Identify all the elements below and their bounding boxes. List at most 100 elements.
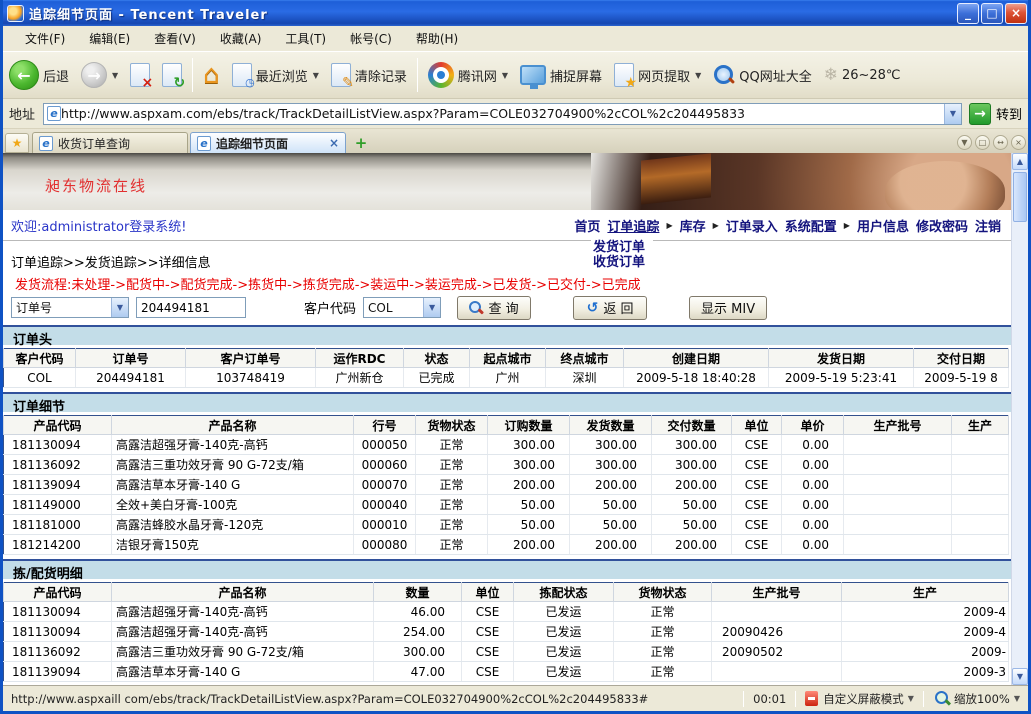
table-cell <box>844 495 952 515</box>
favorites-star-button[interactable]: ★ <box>5 133 29 153</box>
column-header: 产品名称 <box>112 583 374 602</box>
close-tab-icon[interactable]: × <box>329 136 339 150</box>
menu-item-favorites[interactable]: 收藏(A) <box>208 27 274 50</box>
forward-dropdown-icon[interactable]: ▼ <box>112 71 118 80</box>
table-cell: 深圳 <box>546 368 624 388</box>
qq-sites-button[interactable]: QQ网址大全 <box>707 64 817 86</box>
table-cell <box>952 535 1009 555</box>
table-row: 181136092高露洁三重功效牙膏 90 G-72支/箱300.00CSE已发… <box>4 642 1009 662</box>
table-cell: 高露洁超强牙膏-140克-高钙 <box>112 435 354 455</box>
forward-button[interactable]: → ▼ <box>75 62 124 88</box>
tencent-dropdown-icon[interactable]: ▼ <box>502 71 508 80</box>
tencent-button[interactable]: 腾讯网 ▼ <box>422 62 514 88</box>
menu-item-account[interactable]: 帐号(C) <box>338 27 404 50</box>
new-tab-button[interactable]: + <box>351 134 371 152</box>
tab-pin-button[interactable]: ↔ <box>993 135 1008 150</box>
zoom-dropdown-icon[interactable]: ▼ <box>1014 694 1020 703</box>
table-cell: 200.00 <box>652 475 732 495</box>
clear-history-button[interactable]: ✎ 清除记录 <box>325 63 413 87</box>
refresh-button[interactable]: ↻ <box>156 63 188 87</box>
tab-tracking-detail[interactable]: e 追踪细节页面 × <box>190 132 346 153</box>
capture-screen-button[interactable]: 捕捉屏幕 <box>514 65 608 85</box>
query-button[interactable]: 查 询 <box>457 296 531 320</box>
menu-item-edit[interactable]: 编辑(E) <box>77 27 142 50</box>
column-header: 单位 <box>462 583 514 602</box>
block-mode-dropdown-icon[interactable]: ▼ <box>908 694 914 703</box>
stop-button[interactable]: × <box>124 63 156 87</box>
go-button[interactable]: → <box>969 103 991 125</box>
show-miv-button[interactable]: 显示 MIV <box>689 296 767 320</box>
scroll-up-icon[interactable]: ▲ <box>1012 153 1028 170</box>
back-icon: ← <box>9 60 39 90</box>
table-row: 181181000高露洁蜂胶水晶牙膏-120克000010正常50.0050.0… <box>4 515 1009 535</box>
table-cell: 254.00 <box>374 622 462 642</box>
zoom-label[interactable]: 缩放100% <box>954 691 1010 707</box>
vertical-scrollbar[interactable]: ▲ ▼ <box>1011 153 1028 685</box>
minimize-button[interactable]: _ <box>957 3 979 24</box>
table-row: 181214200洁银牙膏150克000080正常200.00200.00200… <box>4 535 1009 555</box>
web-extract-button[interactable]: ★ 网页提取 ▼ <box>608 63 707 87</box>
menu-item-file[interactable]: 文件(F) <box>13 27 77 50</box>
menu-item-help[interactable]: 帮助(H) <box>404 27 470 50</box>
menu-item-tools[interactable]: 工具(T) <box>273 27 338 50</box>
menu-bar: 文件(F) 编辑(E) 查看(V) 收藏(A) 工具(T) 帐号(C) 帮助(H… <box>3 26 1028 52</box>
back-button[interactable]: ← 后退 <box>3 60 75 90</box>
table-row: 181139094高露洁草本牙膏-140 G000070正常200.00200.… <box>4 475 1009 495</box>
dropdown-arrow-icon[interactable]: ▼ <box>111 298 128 317</box>
table-cell: 300.00 <box>570 435 652 455</box>
dropdown-arrow-icon[interactable]: ▼ <box>423 298 440 317</box>
address-bar: 地址 e http://www.aspxam.com/ebs/track/Tra… <box>3 99 1028 129</box>
tab-close-button[interactable]: × <box>1011 135 1026 150</box>
menu-item-view[interactable]: 查看(V) <box>142 27 208 50</box>
return-icon: ↺ <box>587 301 599 315</box>
submenu-receiving-order[interactable]: 收货订单 <box>593 255 645 270</box>
nav-order-tracking[interactable]: 订单追踪 <box>607 216 659 235</box>
scrollbar-thumb[interactable] <box>1013 172 1027 222</box>
recent-dropdown-icon[interactable]: ▼ <box>313 71 319 80</box>
table-cell: 0.00 <box>782 475 844 495</box>
table-cell: 正常 <box>614 622 712 642</box>
table-cell: 2009-5-19 8 <box>914 368 1009 388</box>
table-cell: 高露洁草本牙膏-140 G <box>112 662 374 682</box>
order-header-table: 客户代码订单号客户订单号运作RDC状态起点城市终点城市创建日期发货日期交付日期 … <box>3 348 1009 388</box>
order-number-input[interactable] <box>136 297 246 318</box>
customer-code-select[interactable]: COL ▼ <box>363 297 441 318</box>
address-input[interactable]: e http://www.aspxam.com/ebs/track/TrackD… <box>43 103 962 125</box>
address-dropdown-icon[interactable]: ▼ <box>944 104 961 124</box>
maximize-button[interactable]: □ <box>981 3 1003 24</box>
nav-home[interactable]: 首页 <box>574 216 600 235</box>
table-cell: 47.00 <box>374 662 462 682</box>
page-icon: e <box>197 136 211 151</box>
extract-dropdown-icon[interactable]: ▼ <box>695 71 701 80</box>
table-cell: 正常 <box>416 455 488 475</box>
table-cell <box>952 495 1009 515</box>
table-cell: 46.00 <box>374 602 462 622</box>
home-button[interactable]: ⌂ <box>197 62 226 88</box>
table-cell: CSE <box>462 662 514 682</box>
weather-widget[interactable]: ❄ 26~28℃ <box>818 65 907 85</box>
block-mode-label[interactable]: 自定义屏蔽模式 <box>823 691 904 707</box>
tab-restore-button[interactable]: □ <box>975 135 990 150</box>
nav-logout[interactable]: 注销 <box>975 216 1001 235</box>
table-cell: 正常 <box>416 495 488 515</box>
close-button[interactable]: × <box>1005 3 1027 24</box>
nav-change-password[interactable]: 修改密码 <box>916 216 968 235</box>
recent-button[interactable]: ◷ 最近浏览 ▼ <box>226 63 325 87</box>
address-url[interactable]: http://www.aspxam.com/ebs/track/TrackDet… <box>61 106 944 121</box>
nav-user-info[interactable]: 用户信息 <box>857 216 909 235</box>
scroll-down-icon[interactable]: ▼ <box>1012 668 1028 685</box>
tab-receiving-order-query[interactable]: e 收货订单查询 <box>32 132 188 153</box>
search-type-select[interactable]: 订单号 ▼ <box>11 297 129 318</box>
submenu-shipping-order[interactable]: 发货订单 <box>593 240 645 255</box>
nav-system-config[interactable]: 系统配置 <box>785 216 837 235</box>
return-button[interactable]: ↺ 返 回 <box>573 296 647 320</box>
table-cell <box>712 662 842 682</box>
table-cell: 300.00 <box>652 455 732 475</box>
table-cell: 已发运 <box>514 662 614 682</box>
nav-order-entry[interactable]: 订单录入 <box>726 216 778 235</box>
tab-list-button[interactable]: ▼ <box>957 135 972 150</box>
nav-inventory[interactable]: 库存 <box>680 216 706 235</box>
site-banner: 昶东物流在线 <box>3 153 1011 210</box>
column-header: 运作RDC <box>316 349 404 368</box>
column-header: 货物状态 <box>416 416 488 435</box>
